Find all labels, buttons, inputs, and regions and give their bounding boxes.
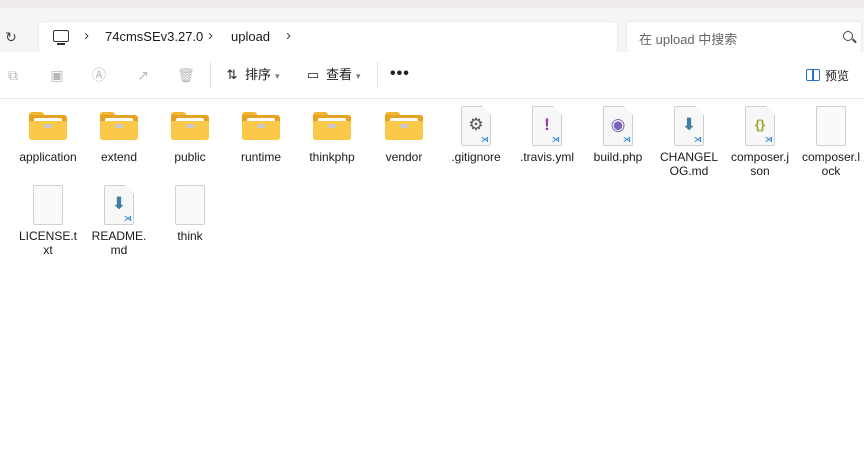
file-item[interactable]: ! ⋊ .travis.yml [516, 104, 578, 164]
folder-item[interactable]: application [17, 104, 79, 164]
folder-item[interactable]: public [159, 104, 221, 164]
preview-pane-icon [806, 69, 820, 81]
chevron-down-icon: ▾ [356, 71, 361, 81]
file-name-label: LICENSE.txt [18, 229, 78, 257]
file-name-label: composer.lock [801, 150, 861, 178]
file-item[interactable]: ◉ ⋊ build.php [587, 104, 649, 164]
toolbar-divider [377, 62, 378, 88]
exclamation-icon: ! ⋊ [516, 104, 578, 148]
refresh-icon[interactable]: ↻ [3, 29, 19, 45]
breadcrumb-upload[interactable]: upload [231, 29, 270, 44]
search-input[interactable]: 在 upload 中搜索 [626, 21, 862, 53]
view-icon: ▭ [306, 67, 320, 82]
view-label: 查看 [326, 67, 353, 82]
folder-icon [159, 104, 221, 148]
file-name-label: README.md [91, 229, 147, 257]
file-name-label: runtime [240, 150, 281, 164]
folder-icon [301, 104, 363, 148]
breadcrumb-74cms[interactable]: 74cmsSEv3.27.0 [105, 29, 203, 44]
more-options-button[interactable]: ••• [390, 65, 410, 83]
chevron-right-icon[interactable]: › [208, 28, 213, 44]
file-name-label: public [174, 150, 206, 164]
folder-item[interactable]: runtime [230, 104, 292, 164]
folder-icon [88, 104, 150, 148]
address-box[interactable]: › 74cmsSEv3.27.0 › upload › [38, 21, 618, 53]
file-name-label: thinkphp [309, 150, 355, 164]
chevron-right-icon[interactable]: › [84, 28, 89, 44]
file-item[interactable]: think [159, 183, 221, 243]
folder-item[interactable]: vendor [373, 104, 435, 164]
php-elephant-icon: ◉ ⋊ [587, 104, 649, 148]
file-item[interactable]: ⬇ ⋊ CHANGELOG.md [658, 104, 720, 178]
chevron-down-icon: ▾ [275, 71, 280, 81]
sort-label: 排序 [245, 67, 272, 82]
sort-icon: ⇅ [226, 67, 238, 82]
copy-icon[interactable]: ⧉ [4, 66, 22, 84]
json-braces-icon: {} ⋊ [729, 104, 791, 148]
gear-icon: ⚙ ⋊ [445, 104, 507, 148]
file-name-label: application [19, 150, 77, 164]
file-name-label: CHANGELOG.md [659, 150, 718, 178]
paste-icon[interactable]: ▣ [48, 66, 66, 84]
chevron-right-icon[interactable]: › [286, 28, 291, 44]
file-name-label: .gitignore [451, 150, 501, 164]
view-button[interactable]: ▭ 查看 ▾ [306, 66, 361, 84]
this-pc-icon[interactable] [53, 30, 69, 45]
file-item[interactable]: LICENSE.txt [17, 183, 79, 257]
preview-label: 预览 [825, 69, 850, 83]
preview-pane-button[interactable]: 预览 [806, 67, 849, 84]
folder-icon [373, 104, 435, 148]
rename-icon[interactable]: Ⓐ [90, 66, 108, 84]
file-item[interactable]: ⬇ ⋊ README.md [88, 183, 150, 257]
file-name-label: vendor [385, 150, 423, 164]
sort-button[interactable]: ⇅ 排序 ▾ [225, 66, 280, 84]
folder-item[interactable]: extend [88, 104, 150, 164]
file-name-label: build.php [593, 150, 643, 164]
delete-icon[interactable]: 🗑 [177, 66, 195, 84]
toolbar-divider [210, 62, 211, 88]
window-top-strip [0, 0, 864, 8]
markdown-download-icon: ⬇ ⋊ [88, 183, 150, 227]
markdown-download-icon: ⬇ ⋊ [658, 104, 720, 148]
file-name-label: composer.json [730, 150, 790, 178]
file-name-label: .travis.yml [520, 150, 574, 164]
command-bar: ⧉ ▣ Ⓐ ↗ 🗑 ⇅ 排序 ▾ ▭ 查看 ▾ ••• 预览 [0, 52, 864, 99]
file-item[interactable]: ⚙ ⋊ .gitignore [445, 104, 507, 164]
address-bar: ↻ › 74cmsSEv3.27.0 › upload › 在 upload 中… [0, 8, 864, 53]
folder-icon [230, 104, 292, 148]
file-item[interactable]: {} ⋊ composer.json [729, 104, 791, 178]
blank-file-icon [800, 104, 862, 148]
file-name-label: think [177, 229, 203, 243]
blank-file-icon [159, 183, 221, 227]
file-item[interactable]: composer.lock [800, 104, 862, 178]
share-icon[interactable]: ↗ [134, 66, 152, 84]
folder-item[interactable]: thinkphp [301, 104, 363, 164]
folder-icon [17, 104, 79, 148]
search-placeholder: 在 upload 中搜索 [639, 32, 738, 47]
blank-file-icon [17, 183, 79, 227]
file-name-label: extend [100, 150, 138, 164]
search-icon[interactable] [843, 31, 853, 41]
